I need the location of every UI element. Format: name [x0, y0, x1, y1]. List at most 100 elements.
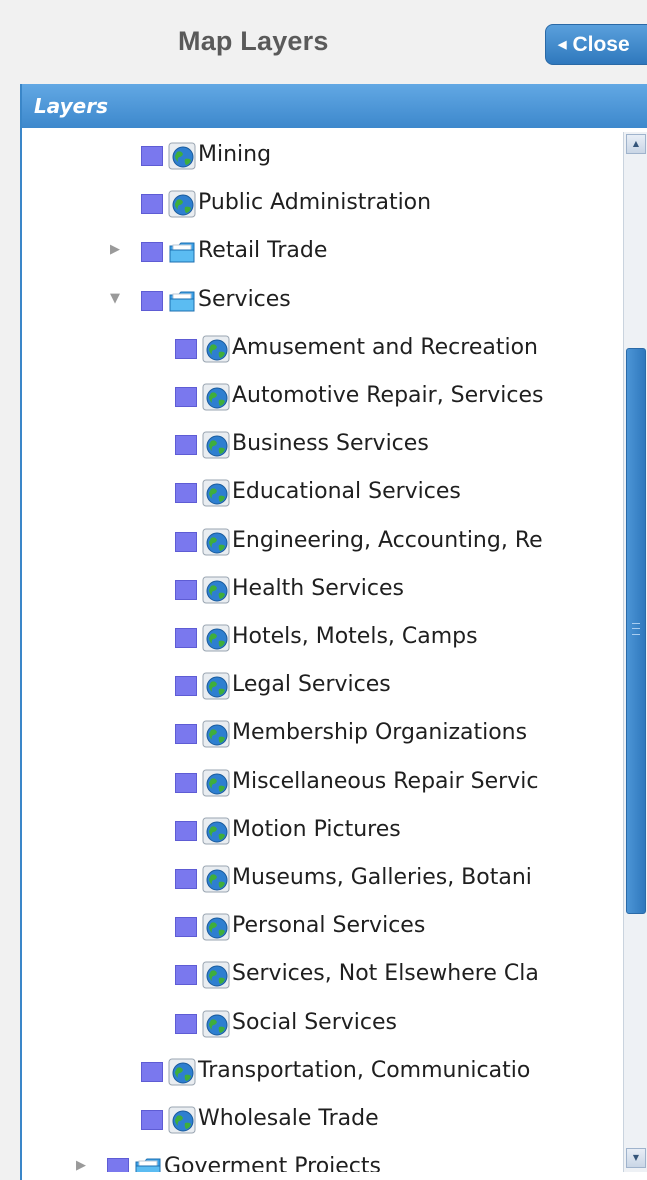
globe-icon [202, 913, 230, 941]
globe-icon [202, 479, 230, 507]
tree-row[interactable]: Business Services [22, 425, 622, 465]
grip-icon [632, 623, 640, 635]
layer-color-swatch [141, 242, 163, 263]
tree-row[interactable]: Legal Services [22, 666, 622, 706]
globe-icon [168, 142, 196, 170]
tree-row[interactable]: Hotels, Motels, Camps [22, 618, 622, 658]
layer-color-swatch [175, 676, 197, 697]
chevron-left-icon: ◀ [558, 39, 567, 51]
tree-row[interactable]: Membership Organizations [22, 714, 622, 754]
globe-icon [202, 720, 230, 748]
scroll-up-button[interactable]: ▲ [626, 134, 646, 154]
layer-color-swatch [175, 628, 197, 648]
tree-row[interactable]: Motion Pictures [22, 811, 622, 851]
layer-label: Automotive Repair, Services [232, 383, 544, 408]
layer-label: Personal Services [232, 913, 426, 939]
layer-label: Museums, Galleries, Botani [232, 865, 532, 890]
layers-panel: Layers Mining Public Administration ▶ Retai… [20, 84, 647, 1180]
globe-icon [202, 1010, 230, 1038]
tree-row[interactable]: Health Services [22, 570, 622, 610]
tree-row[interactable]: Educational Services [22, 473, 622, 513]
tree-row[interactable]: ▼ Services [22, 281, 622, 321]
tree-row[interactable]: Automotive Repair, Services [22, 377, 622, 417]
globe-icon [202, 576, 230, 604]
layer-label: Health Services [232, 575, 405, 601]
tree-row[interactable]: ▶ Goverment Projects [22, 1148, 622, 1172]
layer-label: Public Administration [198, 190, 432, 216]
globe-icon [168, 1058, 196, 1086]
globe-icon [202, 672, 230, 700]
folder-icon [168, 238, 196, 266]
layer-label: Wholesale Trade [198, 1106, 379, 1131]
tree-row[interactable]: Transportation, Communicatio [22, 1052, 622, 1092]
layer-color-swatch [175, 820, 197, 841]
layer-label: Business Services [232, 431, 429, 457]
tree-row[interactable]: Public Administration [22, 184, 622, 224]
tree-row[interactable]: Mining [22, 136, 622, 176]
layer-color-swatch [141, 1061, 163, 1082]
layer-color-swatch [175, 772, 197, 793]
layer-label: Membership Organizations [232, 720, 528, 746]
layer-label: Mining [198, 142, 272, 167]
layers-panel-header: Layers [22, 84, 647, 128]
close-button-label: Close [572, 33, 630, 56]
layer-label: Educational Services [232, 479, 461, 505]
layer-color-swatch [175, 724, 197, 745]
layer-label: Transportation, Communicatio [198, 1057, 531, 1083]
layer-color-swatch [141, 146, 163, 166]
layer-label: Engineering, Accounting, Re [232, 527, 543, 553]
layer-color-swatch [175, 531, 197, 552]
globe-icon [202, 431, 230, 459]
globe-icon [202, 865, 230, 893]
expand-arrow-icon[interactable]: ▶ [73, 1158, 89, 1172]
scroll-down-button[interactable]: ▼ [626, 1148, 646, 1168]
layer-color-swatch [141, 194, 163, 215]
collapse-arrow-icon[interactable]: ▼ [107, 291, 123, 307]
layer-color-swatch [175, 435, 197, 456]
layer-color-swatch [141, 1110, 163, 1130]
tree-row[interactable]: ▶ Retail Trade [22, 232, 622, 272]
globe-icon [202, 624, 230, 652]
layer-label: Services, Not Elsewhere Cla [232, 961, 539, 987]
layer-color-swatch [175, 579, 197, 600]
layer-color-swatch [175, 1013, 197, 1034]
header-bar: Map Layers ◀ Close [0, 0, 647, 82]
globe-icon [202, 817, 230, 845]
globe-icon [202, 769, 230, 797]
vertical-scrollbar[interactable]: ▲ ▼ [623, 132, 647, 1172]
layer-color-swatch [175, 869, 197, 889]
tree-row[interactable]: Social Services [22, 1004, 622, 1044]
expand-arrow-icon[interactable]: ▶ [107, 242, 123, 258]
tree-row[interactable]: Services, Not Elsewhere Cla [22, 955, 622, 995]
layer-label: Legal Services [232, 672, 391, 698]
layer-color-swatch [175, 917, 197, 938]
layer-label: Social Services [232, 1009, 397, 1035]
folder-icon [168, 287, 196, 315]
globe-icon [202, 335, 230, 363]
globe-icon [202, 383, 230, 411]
page-title: Map Layers [178, 26, 329, 56]
layer-color-swatch [175, 387, 197, 407]
layer-label: Goverment Projects [164, 1154, 381, 1172]
globe-icon [168, 190, 196, 218]
layer-color-swatch [141, 290, 163, 311]
tree-row[interactable]: Wholesale Trade [22, 1100, 622, 1140]
tree-row[interactable]: Museums, Galleries, Botani [22, 859, 622, 899]
layer-tree: Mining Public Administration ▶ Retail Trade… [22, 132, 622, 1172]
tree-row[interactable]: Miscellaneous Repair Servic [22, 763, 622, 803]
folder-icon [134, 1154, 162, 1172]
layer-color-swatch [175, 338, 197, 359]
layer-label: Hotels, Motels, Camps [232, 624, 478, 649]
layer-color-swatch [175, 483, 197, 504]
layer-label: Amusement and Recreation [232, 334, 538, 360]
globe-icon [168, 1106, 196, 1134]
tree-row[interactable]: Personal Services [22, 907, 622, 947]
layer-color-swatch [107, 1158, 129, 1172]
scroll-thumb[interactable] [626, 348, 646, 914]
layer-label: Services [198, 286, 291, 312]
tree-row[interactable]: Engineering, Accounting, Re [22, 522, 622, 562]
tree-row[interactable]: Amusement and Recreation [22, 329, 622, 369]
layer-color-swatch [175, 965, 197, 986]
close-button[interactable]: ◀ Close [545, 24, 647, 65]
map-layers-window: Map Layers ◀ Close Layers Mining Public Ad… [0, 0, 647, 1180]
